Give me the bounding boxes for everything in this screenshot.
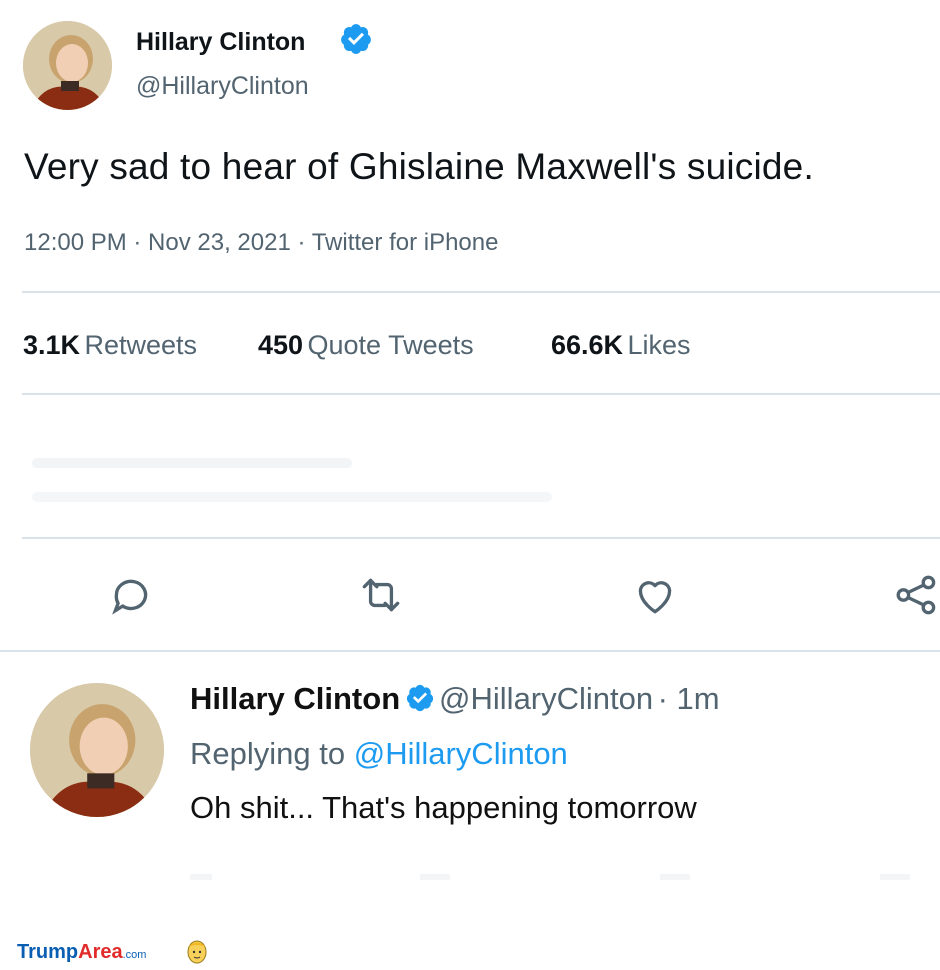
watermark-mascot-icon: [185, 937, 209, 965]
faded-reply-actions: [180, 860, 920, 900]
divider-stats: [22, 393, 940, 395]
retweets-label: Retweets: [84, 330, 198, 360]
quotes-count: 450: [258, 330, 304, 360]
likes-stat[interactable]: 66.6K Likes: [551, 330, 691, 361]
author-handle[interactable]: @HillaryClinton: [136, 72, 309, 101]
reply-text: Oh shit... That's happening tomorrow: [190, 790, 697, 825]
retweets-stat[interactable]: 3.1K Retweets: [23, 330, 197, 361]
verified-badge-icon: [339, 22, 373, 56]
retweets-count: 3.1K: [23, 330, 81, 360]
replying-prefix: Replying to: [190, 736, 346, 771]
faded-artifact-area: [22, 440, 922, 530]
likes-count: 66.6K: [551, 330, 624, 360]
replying-handle-link[interactable]: @HillaryClinton: [354, 736, 568, 771]
retweet-icon[interactable]: [356, 570, 406, 620]
reply-header: Hillary Clinton @HillaryClinton · 1m: [190, 681, 720, 717]
quotes-label: Quote Tweets: [307, 330, 474, 360]
like-icon[interactable]: [630, 570, 680, 620]
replying-to-line: Replying to @HillaryClinton: [190, 736, 568, 772]
author-avatar[interactable]: [23, 21, 112, 110]
reply-time[interactable]: · 1m: [658, 681, 720, 716]
author-name[interactable]: Hillary Clinton: [136, 28, 305, 57]
divider-top: [22, 291, 940, 293]
divider-reply: [0, 650, 940, 652]
reply-author-handle[interactable]: @HillaryClinton: [439, 681, 653, 716]
share-icon[interactable]: [893, 570, 940, 620]
avatar-portrait: [23, 21, 112, 110]
watermark-trump: Trump: [17, 941, 79, 963]
tweet-text: Very sad to hear of Ghislaine Maxwell's …: [24, 146, 814, 187]
watermark-com: .com: [122, 949, 147, 961]
watermark-area: Area: [78, 941, 123, 963]
quote-tweets-stat[interactable]: 450 Quote Tweets: [258, 330, 474, 361]
reply-avatar-portrait: [30, 683, 164, 817]
likes-label: Likes: [627, 330, 691, 360]
reply-icon[interactable]: [106, 570, 156, 620]
reply-verified-badge-icon: [405, 683, 435, 713]
tweet-meta[interactable]: 12:00 PM · Nov 23, 2021 · Twitter for iP…: [24, 229, 498, 257]
reply-avatar[interactable]: [30, 683, 164, 817]
divider-actions: [22, 537, 940, 539]
reply-author-name[interactable]: Hillary Clinton: [190, 681, 400, 716]
watermark-logo: TrumpArea.com: [17, 941, 146, 964]
